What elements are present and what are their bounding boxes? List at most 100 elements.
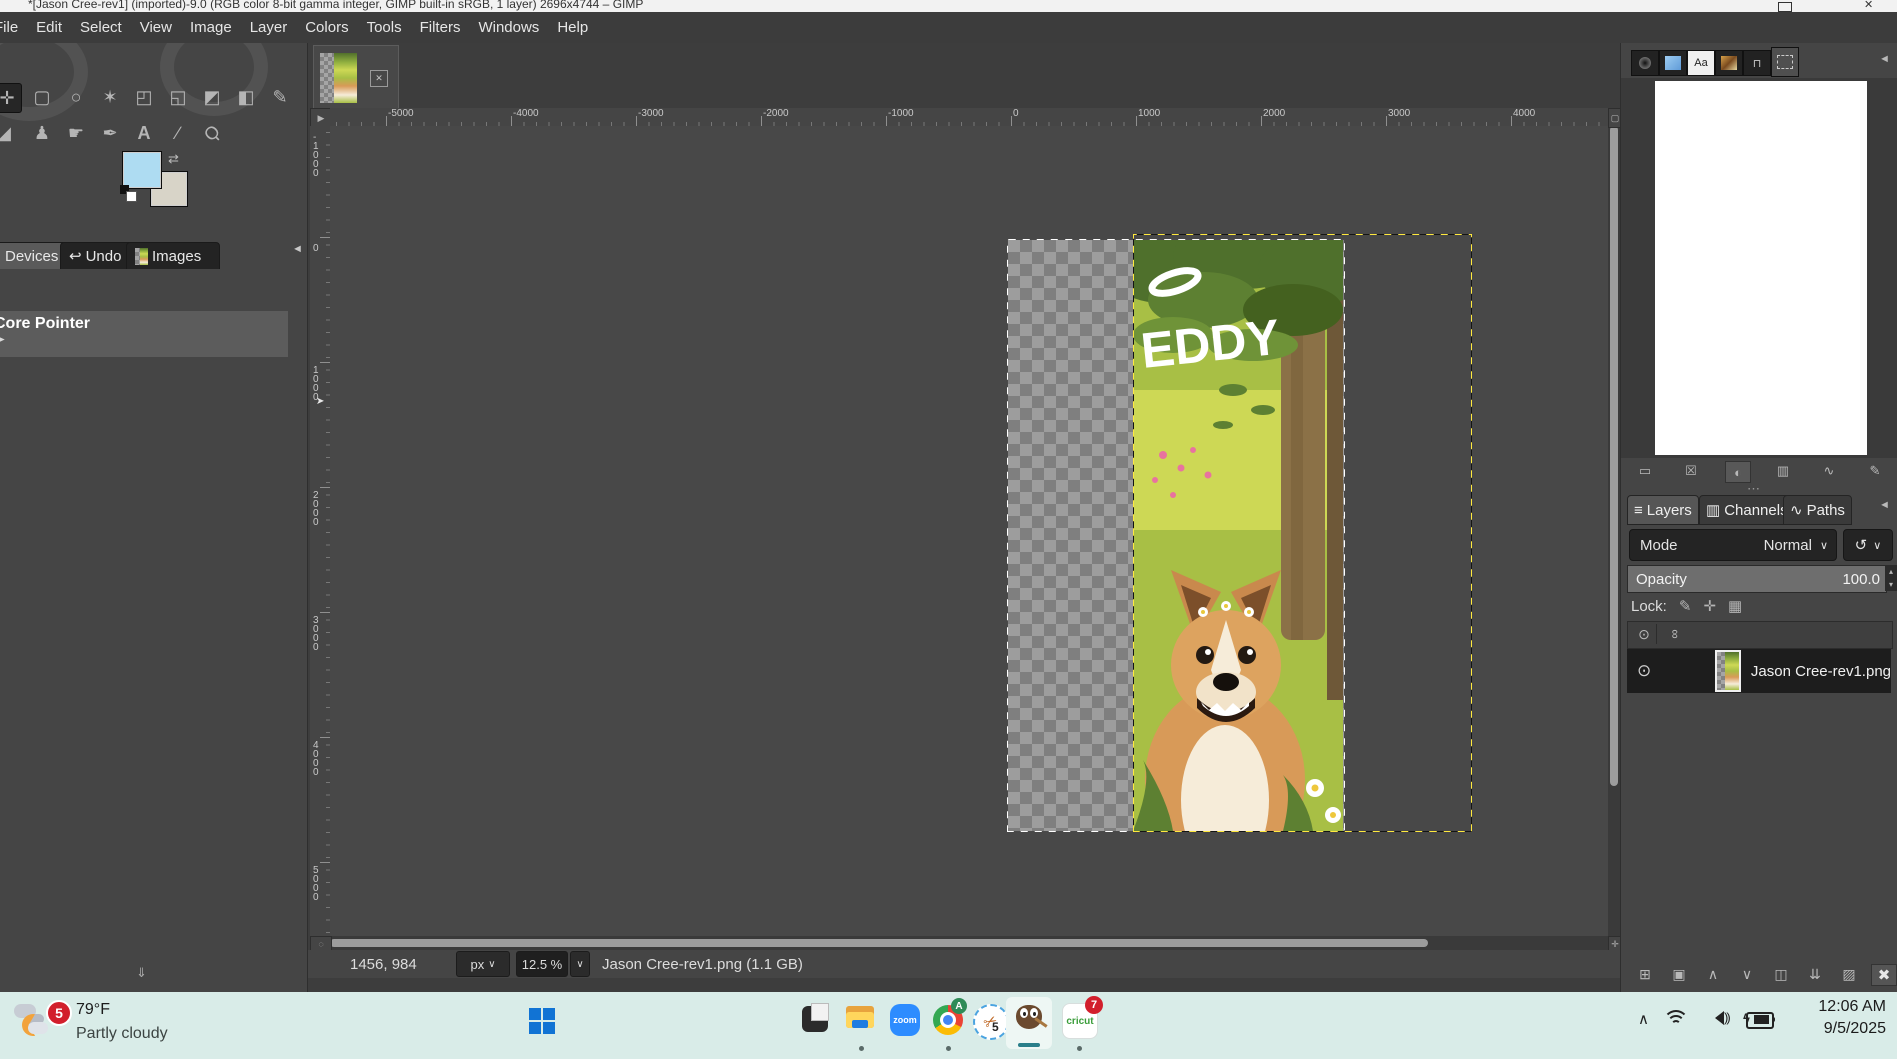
tab-channels[interactable]: ▥ Channels: [1699, 495, 1795, 525]
clone-tool-icon[interactable]: ♟: [28, 119, 56, 147]
select-none-icon[interactable]: ☒: [1679, 461, 1703, 481]
menu-view[interactable]: View: [131, 12, 181, 43]
stroke-selection-icon[interactable]: ✎: [1863, 461, 1887, 481]
opacity-spin-down-icon[interactable]: ▾: [1885, 578, 1897, 591]
unit-dropdown[interactable]: px ∨: [456, 951, 510, 977]
menu-layer[interactable]: Layer: [241, 12, 297, 43]
brushes-tab[interactable]: [1631, 50, 1659, 76]
crop-tool-icon[interactable]: ◰: [130, 83, 158, 111]
raise-layer-icon[interactable]: ∧: [1701, 964, 1725, 984]
ruler-corner-menu-icon[interactable]: ▶: [310, 108, 332, 128]
tab-paths[interactable]: ∿ Paths: [1783, 495, 1852, 525]
horizontal-ruler[interactable]: -5000 -4000 -3000 -2000 -1000 0 1000 200…: [330, 108, 1608, 127]
color-picker-tool-icon[interactable]: ∕: [164, 119, 192, 147]
document-history-tab[interactable]: ⊓: [1743, 50, 1771, 76]
lock-paint-icon[interactable]: ✎: [1679, 597, 1692, 615]
ink-tool-icon[interactable]: ✒: [96, 119, 124, 147]
menu-windows[interactable]: Windows: [469, 12, 548, 43]
mode-dropdown[interactable]: Mode Normal ∨: [1629, 529, 1837, 561]
toolbox-bottom-icon[interactable]: ⇓: [136, 965, 147, 981]
patterns-tab[interactable]: [1659, 50, 1687, 76]
shear-tool-icon[interactable]: ◱: [164, 83, 192, 111]
selection-editor-tab[interactable]: [1771, 47, 1799, 77]
free-select-tool-icon[interactable]: ○: [62, 83, 90, 111]
canvas-viewport[interactable]: EDDY: [330, 126, 1608, 936]
close-image-icon[interactable]: ✕: [370, 70, 388, 87]
link-column-icon[interactable]: ∞: [1666, 622, 1686, 646]
zoom-tool-icon[interactable]: Ϙ: [192, 113, 232, 153]
layer-visibility-icon[interactable]: ⊙: [1637, 661, 1651, 681]
zoom-image-icon[interactable]: ▢: [1608, 108, 1620, 128]
zoom-dropdown[interactable]: ∨: [570, 951, 590, 977]
lock-alpha-icon[interactable]: ▦: [1728, 597, 1742, 615]
fuzzy-select-tool-icon[interactable]: ✶: [96, 83, 124, 111]
menu-select[interactable]: Select: [71, 12, 131, 43]
foreground-color-swatch[interactable]: [122, 151, 162, 189]
visibility-column-icon[interactable]: ⊙: [1632, 624, 1657, 644]
chrome-icon[interactable]: A: [933, 1005, 963, 1035]
selection-preview[interactable]: [1655, 81, 1867, 455]
menu-colors[interactable]: Colors: [296, 12, 357, 43]
menu-file[interactable]: File: [0, 12, 27, 43]
mode-reset-button[interactable]: ↺ ∨: [1843, 529, 1893, 561]
image-tab[interactable]: ✕: [313, 45, 399, 111]
layer-thumbnail[interactable]: [1715, 650, 1741, 692]
opacity-slider[interactable]: Opacity 100.0: [1627, 565, 1887, 593]
dock-menu-icon[interactable]: ◄: [292, 243, 303, 255]
fonts-tab[interactable]: Aa: [1687, 50, 1715, 76]
menu-tools[interactable]: Tools: [358, 12, 411, 43]
close-window-icon[interactable]: ✕: [1864, 0, 1873, 11]
delete-layer-icon[interactable]: ✖: [1871, 964, 1897, 986]
select-all-icon[interactable]: ▭: [1633, 461, 1657, 481]
volume-icon[interactable]: )): [1708, 1010, 1729, 1025]
new-group-icon[interactable]: ▣: [1667, 964, 1691, 984]
gradients-tab[interactable]: [1715, 50, 1743, 76]
menu-help[interactable]: Help: [548, 12, 597, 43]
menu-edit[interactable]: Edit: [27, 12, 71, 43]
move-tool-icon[interactable]: ✛: [0, 83, 22, 113]
merge-layer-icon[interactable]: ⇊: [1803, 964, 1827, 984]
rectangle-select-tool-icon[interactable]: ▢: [28, 83, 56, 111]
text-tool-icon[interactable]: A: [130, 119, 158, 147]
tray-chevron-icon[interactable]: ∧: [1638, 1010, 1649, 1028]
dock-menu-icon[interactable]: ◄: [1879, 499, 1890, 511]
weather-widget[interactable]: 5 79°F Partly cloudy: [10, 998, 250, 1053]
bucket-fill-tool-icon[interactable]: ◧: [232, 83, 260, 111]
swap-colors-icon[interactable]: ⇄: [168, 151, 179, 167]
handle-transform-tool-icon[interactable]: ◩: [198, 83, 226, 111]
selection-to-channel-icon[interactable]: ▥: [1771, 461, 1795, 481]
gimp-app-icon[interactable]: [1006, 997, 1052, 1049]
vertical-ruler[interactable]: -1000 0 1000 2000 3000 4000 5000 ➤: [310, 126, 331, 936]
file-explorer-icon[interactable]: [846, 1006, 874, 1030]
eraser-tool-icon[interactable]: ◢: [0, 119, 18, 147]
layer-mask-icon[interactable]: ▨: [1837, 964, 1861, 984]
zoom-app-icon[interactable]: zoom: [890, 1004, 920, 1036]
photos-app-icon[interactable]: [802, 1006, 828, 1032]
cricut-app-icon[interactable]: cricut 7: [1062, 1003, 1098, 1039]
clock-widget[interactable]: 12:06 AM 9/5/2025: [1786, 998, 1886, 1038]
default-colors-icon[interactable]: [126, 191, 137, 202]
window-titlebar[interactable]: *[Jason Cree-rev1] (imported)-9.0 (RGB c…: [0, 0, 1897, 12]
horizontal-scrollbar[interactable]: [330, 936, 1608, 950]
smudge-tool-icon[interactable]: ☛: [62, 119, 90, 147]
invert-selection-icon[interactable]: ◐: [1725, 461, 1751, 483]
battery-icon[interactable]: ϟ: [1746, 1012, 1774, 1029]
lower-layer-icon[interactable]: ∨: [1735, 964, 1759, 984]
vertical-scrollbar-thumb[interactable]: [1610, 126, 1618, 786]
lock-position-icon[interactable]: ✛: [1703, 597, 1716, 615]
zoom-level-field[interactable]: 12.5 %: [516, 951, 568, 977]
tab-images[interactable]: Images: [126, 242, 220, 269]
tab-layers[interactable]: ≡ Layers: [1627, 495, 1699, 525]
menu-image[interactable]: Image: [181, 12, 241, 43]
horizontal-scrollbar-thumb[interactable]: [330, 939, 1428, 947]
vertical-scrollbar[interactable]: [1608, 126, 1620, 936]
layer-name[interactable]: Jason Cree-rev1.png: [1751, 663, 1891, 680]
duplicate-layer-icon[interactable]: ◫: [1769, 964, 1793, 984]
new-layer-icon[interactable]: ⊞: [1633, 964, 1657, 984]
restore-window-icon[interactable]: [1778, 2, 1792, 12]
start-button[interactable]: [529, 1008, 555, 1034]
paintbrush-tool-icon[interactable]: ✎: [266, 83, 294, 111]
selection-to-path-icon[interactable]: ∿: [1817, 461, 1841, 481]
opacity-spin-up-icon[interactable]: ▴: [1885, 565, 1897, 578]
dock-menu-icon[interactable]: ◄: [1879, 53, 1890, 65]
